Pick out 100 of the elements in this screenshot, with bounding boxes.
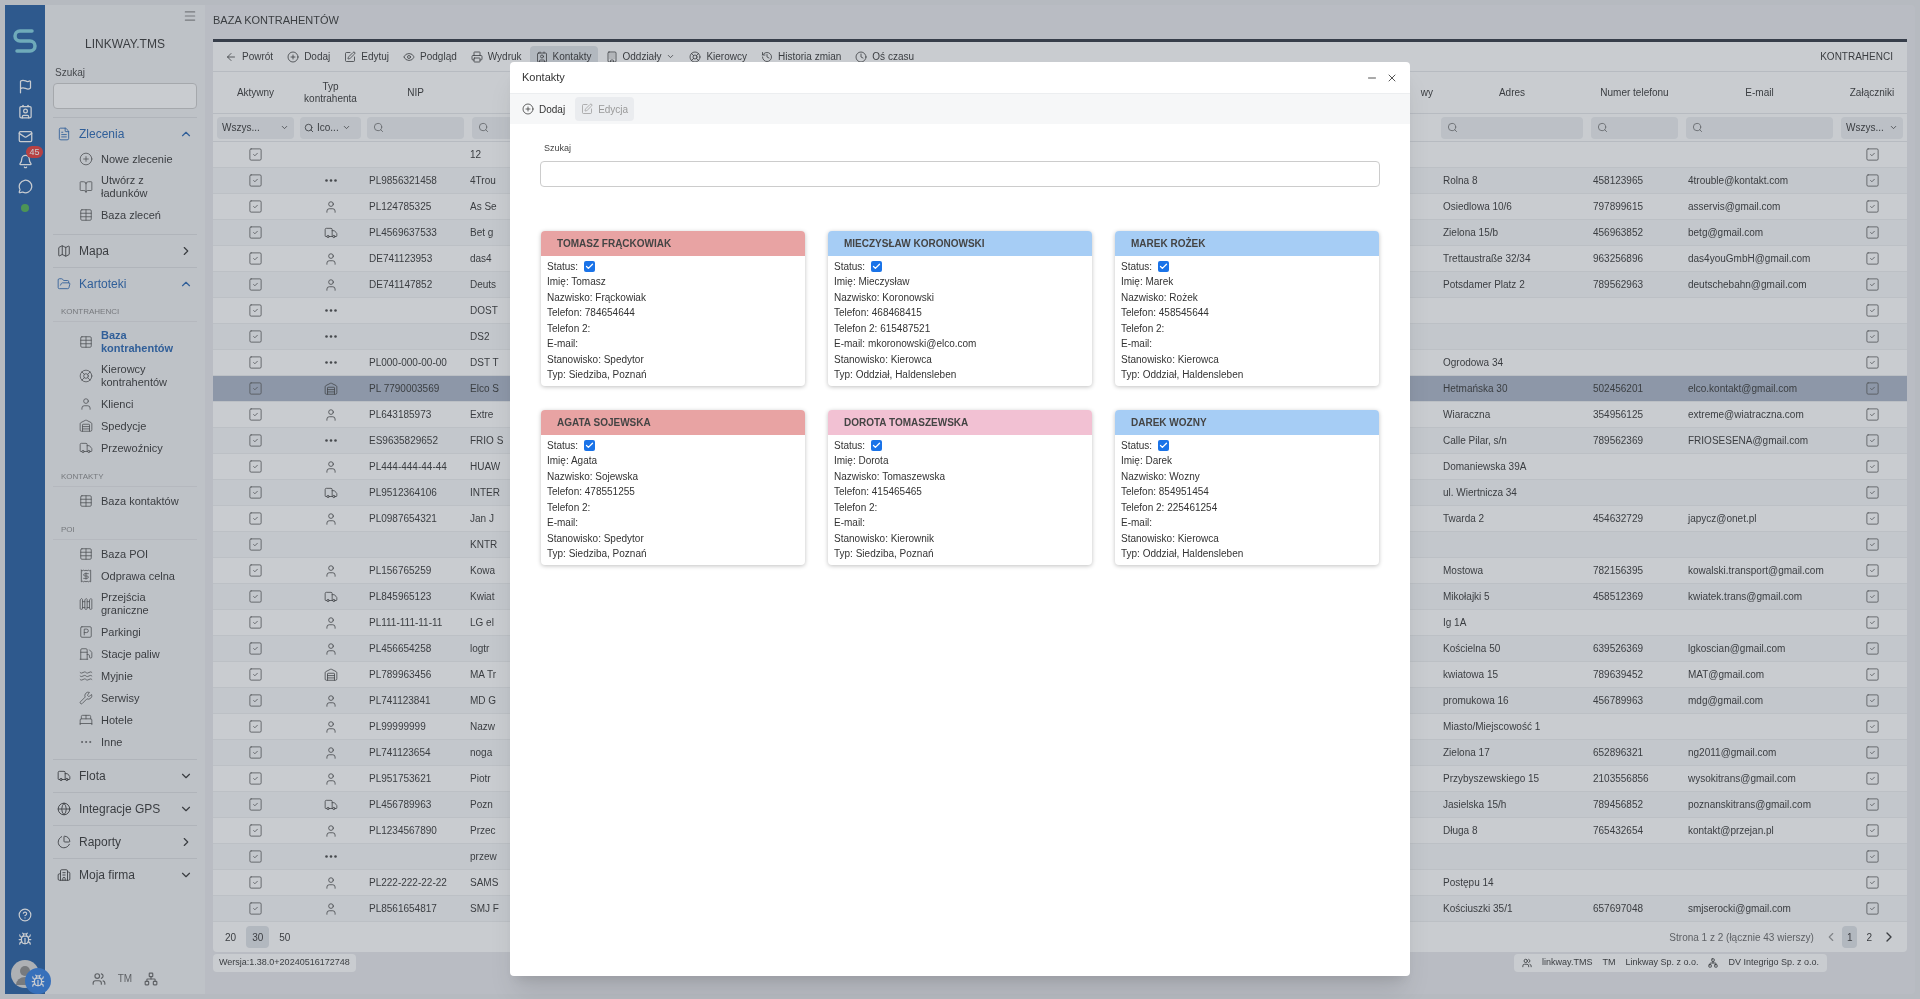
table-cell-text: SMJ F — [470, 902, 499, 916]
table-cell-text: ng2011@gmail.com — [1688, 746, 1777, 760]
table-cell-text: Hetmańska 30 — [1443, 382, 1508, 396]
contact-card-header: MIECZYSŁAW KORONOWSKI — [828, 230, 1092, 256]
table-cell-text: Potsdamer Platz 2 — [1443, 278, 1525, 292]
table-cell-text: PL111-111-11-11 — [369, 616, 443, 630]
contact-detail: E-mail: — [547, 516, 580, 530]
table-cell-text: PL741123654 — [369, 746, 431, 760]
table-cell-text: elco.kontakt@gmail.com — [1688, 382, 1798, 396]
table-cell-text: deutschebahn@gmail.com — [1688, 278, 1807, 292]
table-cell-text: 782156395 — [1593, 564, 1644, 578]
contact-detail: Imię: Marek — [1121, 275, 1175, 289]
table-cell-text: PL643185973 — [369, 408, 432, 422]
column-header: Typ kontrahenta — [303, 80, 358, 105]
table-cell-text: ES9635829652 — [369, 434, 438, 448]
table-cell-text: Piotr — [470, 772, 491, 786]
table-cell-text: INTER — [470, 486, 500, 500]
contact-detail: Typ: Oddział, Haldensleben — [834, 368, 958, 382]
contact-detail: Imię: Tomasz — [547, 275, 607, 289]
table-cell-text: Długa 8 — [1443, 824, 1478, 838]
table-cell-text: Osiedlowa 10/6 — [1443, 200, 1512, 214]
contact-card-header: AGATA SOJEWSKA — [541, 409, 805, 435]
table-cell-text: Jasielska 15/h — [1443, 798, 1507, 812]
table-cell-text: As Se — [470, 200, 497, 214]
table-cell-text: PL8561654817 — [369, 902, 437, 916]
field-label: Status: — [547, 259, 579, 274]
column-header: Adres — [1498, 86, 1526, 99]
table-cell-text: SAMS — [470, 876, 499, 890]
table-cell-text: lgkoscian@gmail.com — [1688, 642, 1786, 656]
contact-detail: Typ: Siedziba, Poznań — [547, 368, 648, 382]
table-cell-text: KNTR — [470, 538, 498, 552]
table-cell-text: 4trouble@kontakt.com — [1688, 174, 1789, 188]
field-label: Status: — [834, 438, 866, 453]
table-cell-text: przew — [470, 850, 497, 864]
table-cell-text: noga — [470, 746, 493, 760]
pagination-summary: Strona 1 z 2 (łącznie 43 wierszy) — [1669, 930, 1814, 945]
contact-detail: Telefon: 854951454 — [1121, 485, 1210, 499]
contact-detail: Typ: Siedziba, Poznań — [547, 547, 648, 561]
field-label: Szukaj — [55, 66, 86, 80]
table-cell-text: logtr — [470, 642, 490, 656]
contact-detail: Imię: Mieczysław — [834, 275, 911, 289]
table-cell-text: Calle Pilar, s/n — [1443, 434, 1507, 448]
table-cell-text: Kwiat — [470, 590, 495, 604]
table-cell-text: kwiatowa 15 — [1443, 668, 1499, 682]
table-cell-text: 456789963 — [1593, 694, 1644, 708]
credit-text: Linkway Sp. z o.o. — [1625, 956, 1699, 970]
contact-detail: Nazwisko: Tomaszewska — [834, 469, 946, 484]
contact-detail: Imię: Agata — [547, 454, 599, 468]
column-header: Numer telefonu — [1600, 86, 1669, 99]
contact-detail: Imię: Dorota — [834, 454, 890, 468]
table-cell-text: 354956125 — [1593, 408, 1644, 422]
table-cell-text: wysokitrans@gmail.com — [1688, 772, 1796, 786]
contact-card-header: DAREK WOZNY — [1115, 409, 1379, 435]
nav-group-heading: KONTRAHENCI — [53, 298, 197, 322]
contact-detail: Telefon 2: — [1121, 321, 1166, 336]
table-cell-text: PL99999999 — [369, 720, 426, 734]
app-title: LINKWAY.TMS — [84, 36, 166, 53]
table-cell-text: 458512369 — [1593, 590, 1644, 604]
table-cell-text: PL845965123 — [369, 590, 432, 604]
table-cell-text: PL9512364106 — [369, 486, 437, 500]
contact-detail: Typ: Oddział, Haldensleben — [1121, 368, 1245, 382]
table-cell-text: DS2 — [470, 330, 490, 344]
table-cell-text: ul. Wiertnicza 34 — [1443, 486, 1517, 500]
contact-detail: E-mail: — [1121, 337, 1154, 351]
contact-detail: Stanowisko: Kierownik — [834, 531, 936, 546]
table-cell-text: PL789963456 — [369, 668, 432, 682]
table-cell-text: DE741123953 — [369, 252, 433, 266]
contact-detail: Nazwisko: Wozny — [1121, 469, 1201, 484]
table-cell-text: FRIO S — [470, 434, 504, 448]
table-cell-text: Twarda 2 — [1443, 512, 1485, 526]
table-cell-text: Kościuszki 35/1 — [1443, 902, 1513, 916]
table-cell-text: PL222-222-22-22 — [369, 876, 447, 890]
table-cell-text: Kowa — [470, 564, 495, 578]
credit-text: linkway.TMS — [1542, 956, 1593, 970]
table-cell-text: 2103556856 — [1593, 772, 1649, 786]
contact-detail: Telefon: 468468415 — [834, 306, 923, 320]
credit-text: DV Integrigo Sp. z o.o. — [1728, 956, 1819, 970]
table-cell-text: MAT@gmail.com — [1688, 668, 1765, 682]
table-cell-text: PL951753621 — [369, 772, 432, 786]
contact-detail: Nazwisko: Frąckowiak — [547, 290, 647, 305]
dialog-title: Kontakty — [522, 70, 565, 86]
field-label: Status: — [1121, 438, 1153, 453]
table-cell-text: PL124785325 — [369, 200, 432, 214]
table-cell-text: PL9856321458 — [369, 174, 437, 188]
contact-detail: Typ: Oddział, Haldensleben — [1121, 547, 1245, 561]
table-cell-text: PL0987654321 — [369, 512, 437, 526]
nav-group-heading: KONTAKTY — [53, 463, 197, 487]
table-cell-text: 789456852 — [1593, 798, 1644, 812]
table-cell-text: 12 — [470, 148, 482, 162]
contact-detail: Telefon 2: 225461254 — [1121, 500, 1219, 515]
table-cell-text: promukowa 16 — [1443, 694, 1509, 708]
table-cell-text: Wiaraczna — [1443, 408, 1491, 422]
table-cell-text: Nazw — [470, 720, 495, 734]
footer-label: TM — [117, 972, 133, 986]
table-cell-text: Deuts — [470, 278, 497, 292]
table-cell-text: Zielona 17 — [1443, 746, 1490, 760]
contact-detail: Telefon: 784654644 — [547, 306, 636, 320]
contact-detail: Telefon: 458545644 — [1121, 306, 1210, 320]
table-cell-text: PL444-444-44-44 — [369, 460, 447, 474]
table-cell-text: Kościelna 50 — [1443, 642, 1501, 656]
